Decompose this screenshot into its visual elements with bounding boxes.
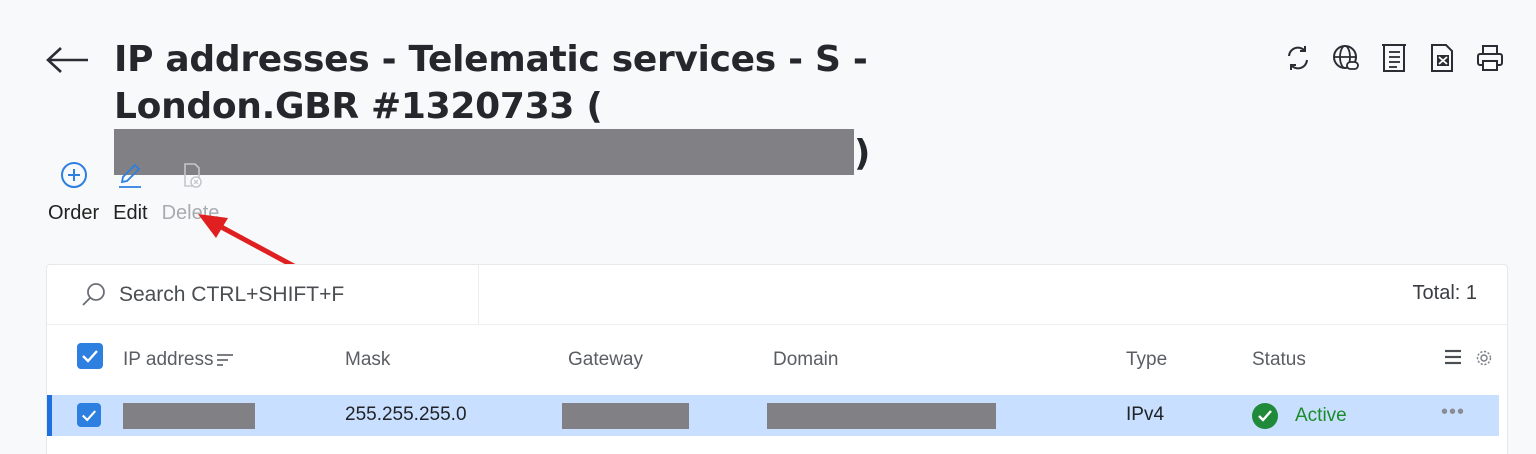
page-title-text: IP addresses - Telematic services - S - … — [114, 39, 868, 127]
column-gateway[interactable]: Gateway — [568, 349, 643, 371]
globe-link-icon[interactable] — [1328, 40, 1364, 76]
refresh-icon[interactable] — [1280, 40, 1316, 76]
sort-icon[interactable] — [216, 352, 234, 368]
search-wrap — [47, 265, 479, 325]
search-bar: Total: 1 — [47, 265, 1507, 325]
gateway-redacted — [562, 403, 689, 429]
status-badge: Active — [1295, 405, 1347, 426]
check-icon — [82, 409, 97, 421]
status-cell: Active — [1251, 402, 1347, 430]
order-button[interactable]: Order — [48, 158, 99, 225]
pencil-icon — [114, 158, 146, 192]
page-title-close: ) — [854, 133, 871, 174]
check-circle-icon — [1252, 403, 1278, 429]
ip-address-redacted — [123, 403, 255, 429]
page-title: IP addresses - Telematic services - S - … — [114, 36, 1114, 177]
search-icon — [82, 283, 105, 306]
ip-grid-panel: Total: 1 IP address Mask Gateway — [46, 264, 1508, 454]
select-all-checkbox[interactable] — [77, 343, 103, 369]
edit-label: Edit — [113, 202, 148, 224]
mask-cell: 255.255.255.0 — [345, 404, 467, 425]
delete-document-icon — [175, 158, 207, 192]
table-header: IP address Mask Gateway Domain Type Stat… — [47, 325, 1507, 395]
column-ip-address[interactable]: IP address — [123, 349, 234, 371]
page: IP addresses - Telematic services - S - … — [0, 0, 1536, 454]
add-circle-icon — [58, 158, 90, 192]
column-type[interactable]: Type — [1126, 349, 1167, 371]
check-icon — [82, 350, 98, 363]
top-actions — [1280, 40, 1508, 76]
table-row[interactable]: 255.255.255.0 IPv4 Active ••• — [47, 395, 1499, 436]
type-cell: IPv4 — [1126, 404, 1165, 425]
column-ip-address-label: IP address — [123, 349, 214, 370]
column-menu-icon[interactable] — [1443, 347, 1463, 373]
more-actions-icon[interactable]: ••• — [1441, 401, 1465, 424]
print-icon[interactable] — [1472, 40, 1508, 76]
document-list-icon[interactable] — [1376, 40, 1412, 76]
column-status[interactable]: Status — [1252, 349, 1306, 371]
back-arrow-icon[interactable] — [44, 44, 92, 76]
column-mask[interactable]: Mask — [345, 349, 390, 371]
row-checkbox[interactable] — [77, 403, 101, 427]
search-input[interactable] — [118, 283, 478, 307]
row-selected-indicator — [47, 395, 52, 436]
total-count: Total: 1 — [1412, 282, 1477, 304]
domain-redacted — [767, 403, 996, 429]
edit-button[interactable]: Edit — [113, 158, 148, 225]
gear-icon[interactable] — [1475, 349, 1493, 373]
order-label: Order — [48, 202, 100, 224]
column-domain[interactable]: Domain — [773, 349, 838, 371]
excel-export-icon[interactable] — [1424, 40, 1460, 76]
